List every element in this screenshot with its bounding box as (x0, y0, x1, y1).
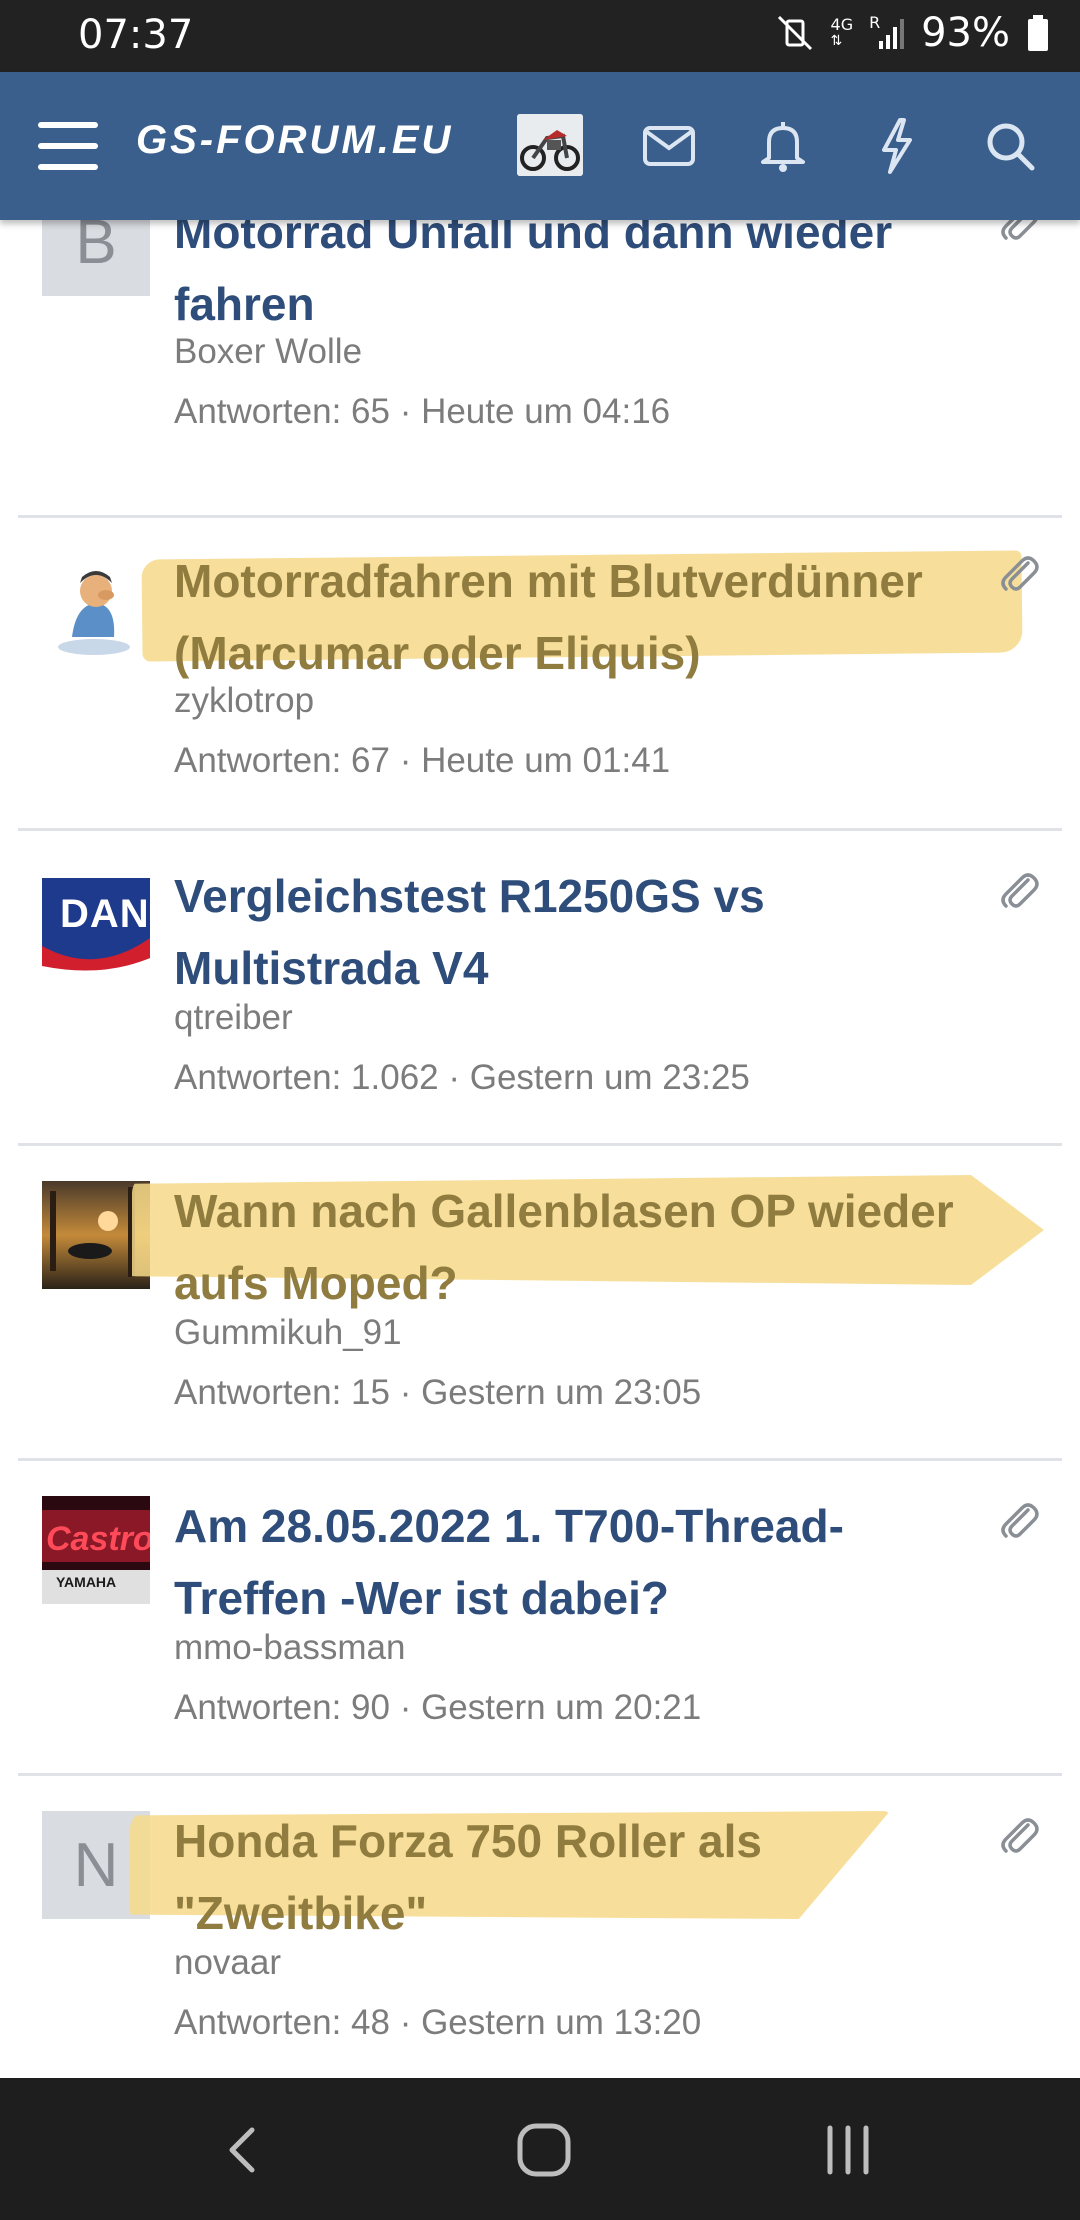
avatar-brand-subtext: YAMAHA (56, 1574, 117, 1590)
recents-icon[interactable] (816, 2118, 880, 2182)
avatar-brand-text: Castro (46, 1520, 150, 1558)
thread-author[interactable]: mmo-bassman (174, 1628, 405, 1668)
avatar-letter: N (73, 1830, 119, 1900)
battery-icon (1028, 15, 1048, 51)
signal-indicator: R (869, 13, 905, 53)
site-logo[interactable]: GS-FORUM.EU (136, 118, 453, 163)
network-type: 4G (830, 15, 854, 34)
avatar[interactable]: Castro YAMAHA (42, 1496, 150, 1604)
system-navigation-bar (0, 2078, 1080, 2220)
thread-author[interactable]: qtreiber (174, 998, 293, 1038)
thread-author[interactable]: Boxer Wolle (174, 332, 362, 372)
thread-meta: Antworten: 15 · Gestern um 23:05 (174, 1373, 702, 1412)
thread-title[interactable]: Motorradfahren mit Blutverdünner (Marcum… (174, 545, 994, 689)
system-icons: 4G ⇅ R 93% (775, 10, 1050, 56)
thread-author[interactable]: novaar (174, 1943, 281, 1983)
avatar[interactable]: DAN (42, 866, 150, 974)
site-header: GS-FORUM.EU (0, 72, 1080, 220)
avatar[interactable] (42, 553, 150, 661)
thread-author[interactable]: zyklotrop (174, 681, 314, 721)
thread-meta: Antworten: 1.062 · Gestern um 23:25 (174, 1058, 750, 1097)
thread-item[interactable]: N Honda Forza 750 Roller als "Zweitbike"… (18, 1775, 1062, 2091)
thread-item[interactable]: B Motorrad Unfall und dann wieder fahren… (18, 188, 1062, 518)
thread-title[interactable]: Honda Forza 750 Roller als "Zweitbike" (174, 1805, 994, 1949)
home-icon[interactable] (512, 2118, 576, 2182)
thread-item[interactable]: DAN Vergleichstest R1250GS vs Multistrad… (18, 830, 1062, 1146)
mail-icon[interactable] (635, 112, 703, 180)
status-time: 07:37 (78, 12, 194, 58)
thread-item[interactable]: Wann nach Gallenblasen OP wieder aufs Mo… (18, 1145, 1062, 1461)
battery-percent: 93% (921, 10, 1010, 56)
bell-icon[interactable] (749, 112, 817, 180)
attachment-icon (1001, 556, 1039, 591)
thread-meta: Antworten: 67 · Heute um 01:41 (174, 741, 671, 780)
menu-icon[interactable] (34, 112, 102, 180)
avatar-brand-text: DAN (60, 892, 150, 936)
thread-title[interactable]: Vergleichstest R1250GS vs Multistrada V4 (174, 860, 994, 1004)
thread-meta: Antworten: 90 · Gestern um 20:21 (174, 1688, 702, 1727)
avatar-cartoon-image (58, 571, 130, 655)
attachment-icon (1001, 1818, 1039, 1853)
bolt-icon[interactable] (862, 112, 930, 180)
motorcycle-logo-image[interactable] (517, 114, 583, 176)
thread-item[interactable]: Motorradfahren mit Blutverdünner (Marcum… (18, 515, 1062, 831)
attachment-icon (1001, 873, 1039, 908)
search-icon[interactable] (976, 112, 1044, 180)
thread-author[interactable]: Gummikuh_91 (174, 1313, 402, 1353)
thread-meta: Antworten: 48 · Gestern um 13:20 (174, 2003, 702, 2042)
network-indicator: 4G ⇅ (830, 15, 854, 50)
thread-title[interactable]: Wann nach Gallenblasen OP wieder aufs Mo… (174, 1175, 994, 1319)
mute-vibrate-icon (777, 15, 812, 51)
status-bar: 07:37 4G ⇅ R 93% (0, 0, 1080, 72)
back-icon[interactable] (212, 2118, 276, 2182)
thread-item[interactable]: Castro YAMAHA Am 28.05.2022 1. T700-Thre… (18, 1460, 1062, 1776)
attachment-icon (1001, 1503, 1039, 1538)
signal-icon (879, 19, 905, 49)
thread-meta: Antworten: 65 · Heute um 04:16 (174, 392, 671, 431)
thread-title[interactable]: Am 28.05.2022 1. T700-Thread-Treffen -We… (174, 1490, 994, 1634)
